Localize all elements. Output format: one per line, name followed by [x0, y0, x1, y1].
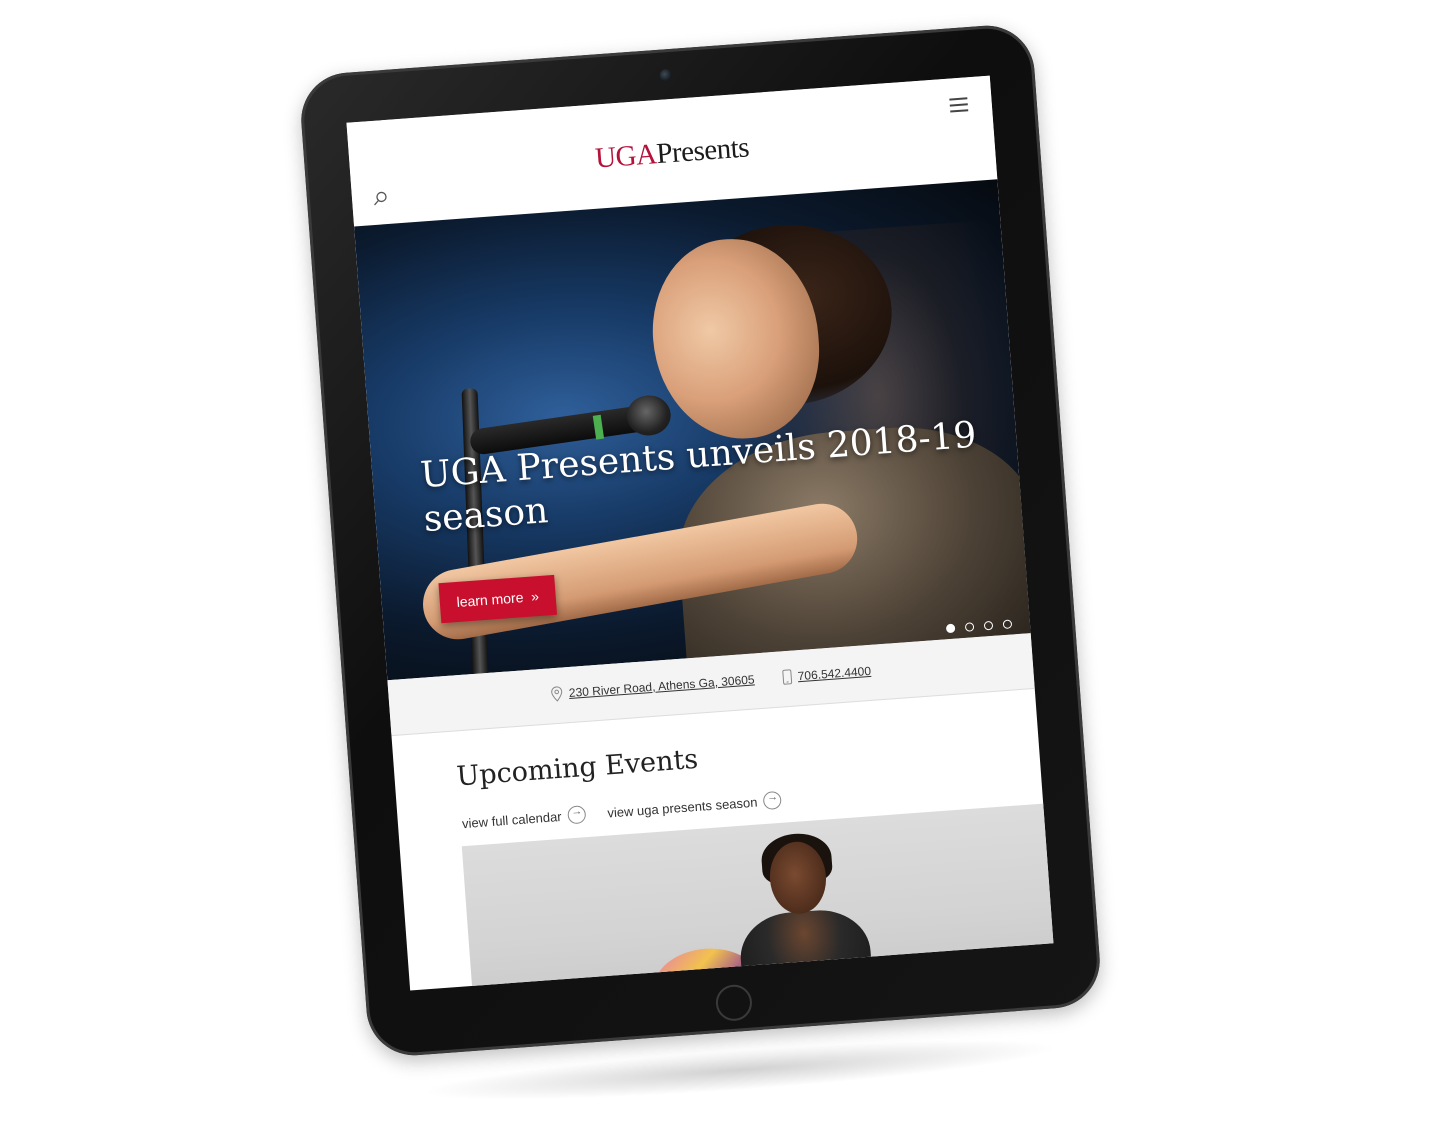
arrow-right-circle-icon [762, 790, 782, 811]
events-heading: Upcoming Events [455, 743, 700, 793]
camera-icon [659, 68, 673, 82]
event-image-body [737, 906, 876, 991]
address-text: 230 River Road, Athens Ga, 30605 [568, 672, 756, 701]
carousel-dot-4[interactable] [1002, 619, 1013, 630]
carousel-dot-1[interactable] [945, 623, 956, 634]
address-link[interactable]: 230 River Road, Athens Ga, 30605 [550, 671, 755, 702]
arrow-right-circle-icon [566, 805, 587, 825]
learn-more-label: learn more [456, 589, 524, 611]
learn-more-button[interactable]: learn more » [438, 574, 558, 624]
calendar-link-label: view full calendar [461, 808, 563, 831]
phone-icon [781, 669, 792, 685]
phone-text: 706.542.4400 [797, 663, 872, 684]
logo-uga: UGA [594, 138, 658, 175]
menu-icon[interactable] [949, 97, 969, 113]
tablet-screen: UGAPresents UGA Presents unveils 2018-19… [346, 75, 1054, 991]
hero-carousel: UGA Presents unveils 2018-19 season lear… [354, 179, 1031, 681]
double-chevron-icon: » [530, 588, 540, 605]
mockup-stage: UGAPresents UGA Presents unveils 2018-19… [0, 0, 1440, 1121]
search-icon[interactable] [372, 190, 389, 207]
logo-presents: Presents [655, 131, 751, 171]
site-logo[interactable]: UGAPresents [349, 113, 995, 193]
location-pin-icon [551, 686, 563, 702]
event-card-image[interactable] [461, 802, 1054, 991]
view-full-calendar-link[interactable]: view full calendar [461, 805, 587, 832]
view-season-link[interactable]: view uga presents season [606, 790, 782, 822]
season-link-label: view uga presents season [606, 794, 758, 821]
home-button[interactable] [714, 983, 754, 1023]
phone-link[interactable]: 706.542.4400 [781, 663, 871, 686]
carousel-dot-2[interactable] [964, 622, 975, 632]
carousel-dot-3[interactable] [983, 620, 994, 631]
tablet-device: UGAPresents UGA Presents unveils 2018-19… [297, 22, 1104, 1059]
